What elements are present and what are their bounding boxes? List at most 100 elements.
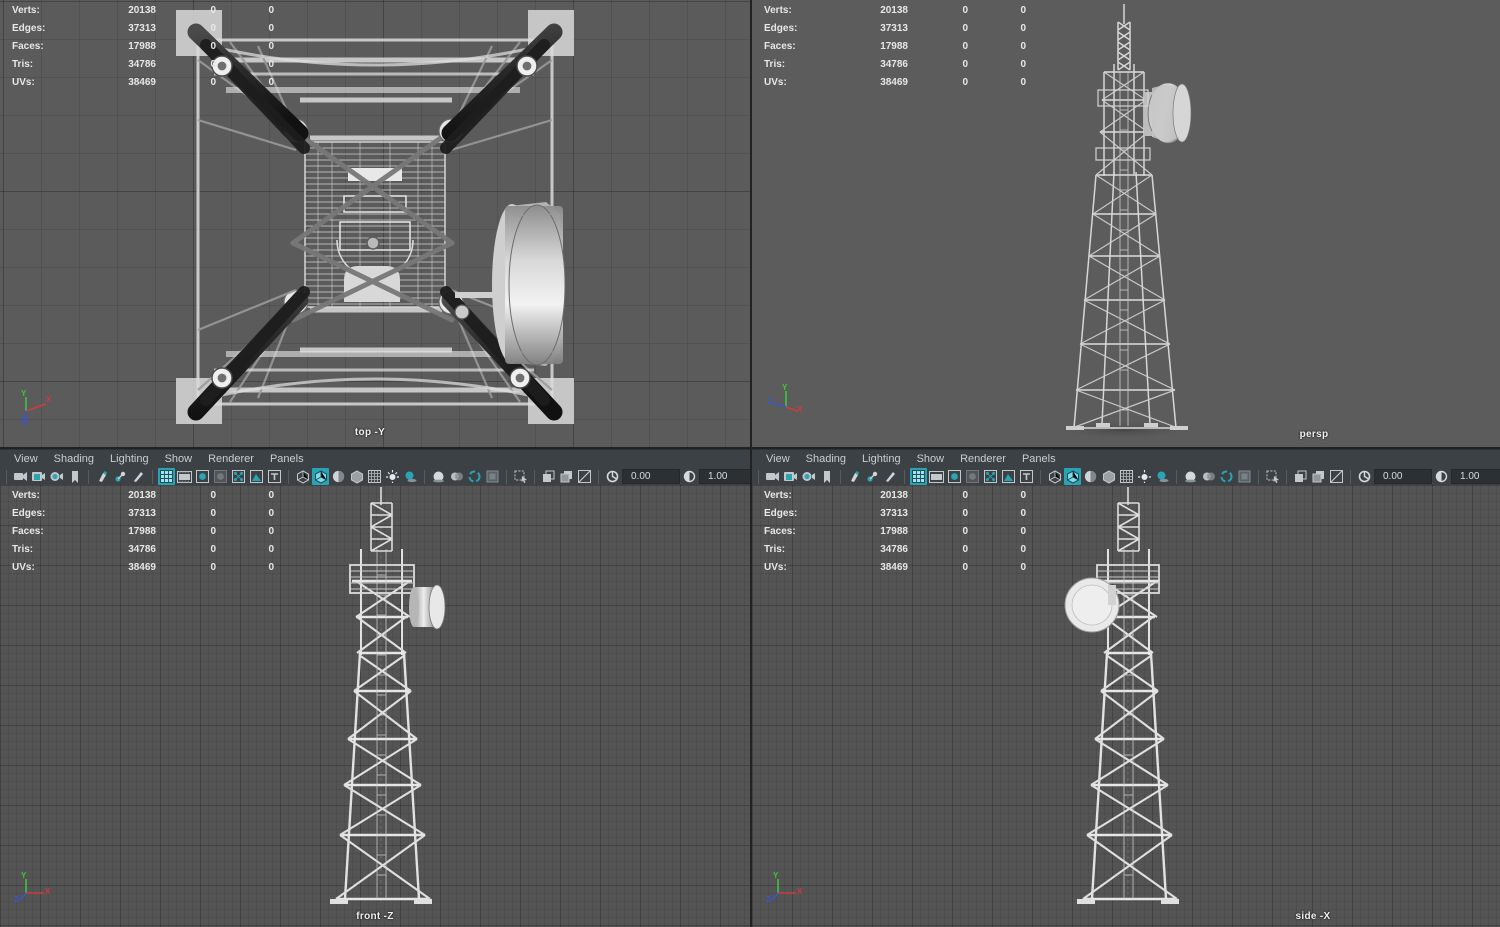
film-gate-icon[interactable] <box>176 468 193 485</box>
bookmark-icon[interactable] <box>66 468 83 485</box>
resolution-gate-icon[interactable] <box>194 468 211 485</box>
gate-mask-icon[interactable] <box>212 468 229 485</box>
bookmark-icon[interactable] <box>818 468 835 485</box>
hud-table: Verts: 20138 0 0 Edges: 37313 0 0 Faces: 17988 0 0 T… <box>762 487 1032 577</box>
lighting-icon[interactable] <box>384 468 401 485</box>
hud-cell-v1: 37313 <box>128 508 156 519</box>
menu-shading[interactable]: Shading <box>46 451 102 467</box>
viewport-top-left[interactable]: Verts: 20138 0 0 Edges: 37313 0 0 Faces: 17988 0 0 T… <box>0 0 750 447</box>
hud-cell-v2: 0 <box>962 23 968 34</box>
gamma-field[interactable]: 1.00 <box>1451 469 1500 484</box>
hud-cell-v1: 38469 <box>880 562 908 573</box>
menu-panels[interactable]: Panels <box>1014 451 1064 467</box>
camera-icon[interactable] <box>764 468 781 485</box>
vertical-splitter[interactable] <box>750 0 752 927</box>
hud-cell-v2: 0 <box>962 526 968 537</box>
menu-show[interactable]: Show <box>909 451 953 467</box>
isolate-select-icon[interactable] <box>1236 468 1253 485</box>
flat-shade-icon[interactable] <box>348 468 365 485</box>
menu-show[interactable]: Show <box>157 451 201 467</box>
smooth-shade-all-icon[interactable] <box>330 468 347 485</box>
hud-row: Edges: 37313 0 0 <box>762 20 1032 38</box>
brush-icon[interactable] <box>130 468 147 485</box>
xray-active-components-icon[interactable] <box>540 468 557 485</box>
menu-lighting[interactable]: Lighting <box>854 451 909 467</box>
menu-view[interactable]: View <box>6 451 46 467</box>
viewport-bottom-left[interactable]: Verts: 20138 0 0 Edges: 37313 0 0 Faces: 17988 0 0 T… <box>0 449 750 927</box>
xray-shaded-icon[interactable] <box>558 468 575 485</box>
xray-joints-icon[interactable] <box>864 468 881 485</box>
hud-cell-v2: 0 <box>962 41 968 52</box>
gate-mask-icon[interactable] <box>964 468 981 485</box>
exposure-icon[interactable] <box>604 468 621 485</box>
gamma-icon[interactable] <box>1433 468 1450 485</box>
menu-panels[interactable]: Panels <box>262 451 312 467</box>
isolate-select-icon[interactable] <box>484 468 501 485</box>
motion-blur-icon[interactable] <box>466 468 483 485</box>
hud-cell-label: Verts: <box>764 490 792 501</box>
shadows-icon[interactable] <box>1154 468 1171 485</box>
xray-joints-icon[interactable] <box>112 468 129 485</box>
exposure-field[interactable]: 0.00 <box>1374 469 1432 484</box>
camera-attributes-icon[interactable] <box>782 468 799 485</box>
menubar-right: View Shading Lighting Show Renderer Pane… <box>752 450 1500 467</box>
paint-effects-icon[interactable] <box>846 468 863 485</box>
hud-cell-v1: 34786 <box>880 59 908 70</box>
exposure-icon[interactable] <box>1356 468 1373 485</box>
brush-icon[interactable] <box>882 468 899 485</box>
viewport-bottom-right[interactable]: Verts: 20138 0 0 Edges: 37313 0 0 Faces: 17988 0 0 T… <box>752 449 1500 927</box>
camera-bookmark-icon[interactable] <box>48 468 65 485</box>
flat-shade-icon[interactable] <box>1100 468 1117 485</box>
camera-label-top-left: top -Y <box>354 427 386 438</box>
toolbar-divider <box>1176 469 1177 484</box>
smooth-shade-all-icon[interactable] <box>1082 468 1099 485</box>
shade-textured-icon[interactable] <box>366 468 383 485</box>
xray-active-components-icon[interactable] <box>1292 468 1309 485</box>
safe-action-icon[interactable] <box>248 468 265 485</box>
shade-textured-icon[interactable] <box>1118 468 1135 485</box>
horizontal-splitter[interactable] <box>0 447 1500 449</box>
safe-title-icon[interactable] <box>266 468 283 485</box>
film-gate-icon[interactable] <box>928 468 945 485</box>
safe-title-icon[interactable] <box>1018 468 1035 485</box>
field-chart-icon[interactable] <box>982 468 999 485</box>
motion-blur-icon[interactable] <box>1218 468 1235 485</box>
menu-view[interactable]: View <box>758 451 798 467</box>
occlusion-icon[interactable] <box>430 468 447 485</box>
viewport-top-right[interactable]: Verts: 20138 0 0 Edges: 37313 0 0 Faces: 17988 0 0 T… <box>752 0 1500 447</box>
exposure-field[interactable]: 0.00 <box>622 469 680 484</box>
hud-cell-v3: 0 <box>1020 41 1026 52</box>
menu-lighting[interactable]: Lighting <box>102 451 157 467</box>
axis-label-z: Z <box>14 895 19 904</box>
field-chart-icon[interactable] <box>230 468 247 485</box>
grid-icon[interactable] <box>158 468 175 485</box>
safe-action-icon[interactable] <box>1000 468 1017 485</box>
smooth-shade-icon[interactable] <box>312 468 329 485</box>
menu-renderer[interactable]: Renderer <box>952 451 1014 467</box>
menu-renderer[interactable]: Renderer <box>200 451 262 467</box>
lighting-icon[interactable] <box>1136 468 1153 485</box>
xray-shaded-icon[interactable] <box>1310 468 1327 485</box>
paint-effects-icon[interactable] <box>94 468 111 485</box>
grid-icon[interactable] <box>910 468 927 485</box>
hud-rows: Verts: 20138 0 0 Edges: 37313 0 0 Faces: 17988 0 0 T… <box>10 487 280 577</box>
menu-shading[interactable]: Shading <box>798 451 854 467</box>
gamma-field[interactable]: 1.00 <box>699 469 750 484</box>
texture-border-icon[interactable] <box>576 468 593 485</box>
anti-alias-icon[interactable] <box>448 468 465 485</box>
camera-icon[interactable] <box>12 468 29 485</box>
camera-bookmark-icon[interactable] <box>800 468 817 485</box>
xray-icon[interactable] <box>512 468 529 485</box>
gamma-icon[interactable] <box>681 468 698 485</box>
anti-alias-icon[interactable] <box>1200 468 1217 485</box>
camera-attributes-icon[interactable] <box>30 468 47 485</box>
occlusion-icon[interactable] <box>1182 468 1199 485</box>
texture-border-icon[interactable] <box>1328 468 1345 485</box>
shadows-icon[interactable] <box>402 468 419 485</box>
smooth-shade-icon[interactable] <box>1064 468 1081 485</box>
resolution-gate-icon[interactable] <box>946 468 963 485</box>
wireframe-icon[interactable] <box>294 468 311 485</box>
xray-icon[interactable] <box>1264 468 1281 485</box>
wireframe-icon[interactable] <box>1046 468 1063 485</box>
axis-label-z: Z <box>767 397 772 406</box>
